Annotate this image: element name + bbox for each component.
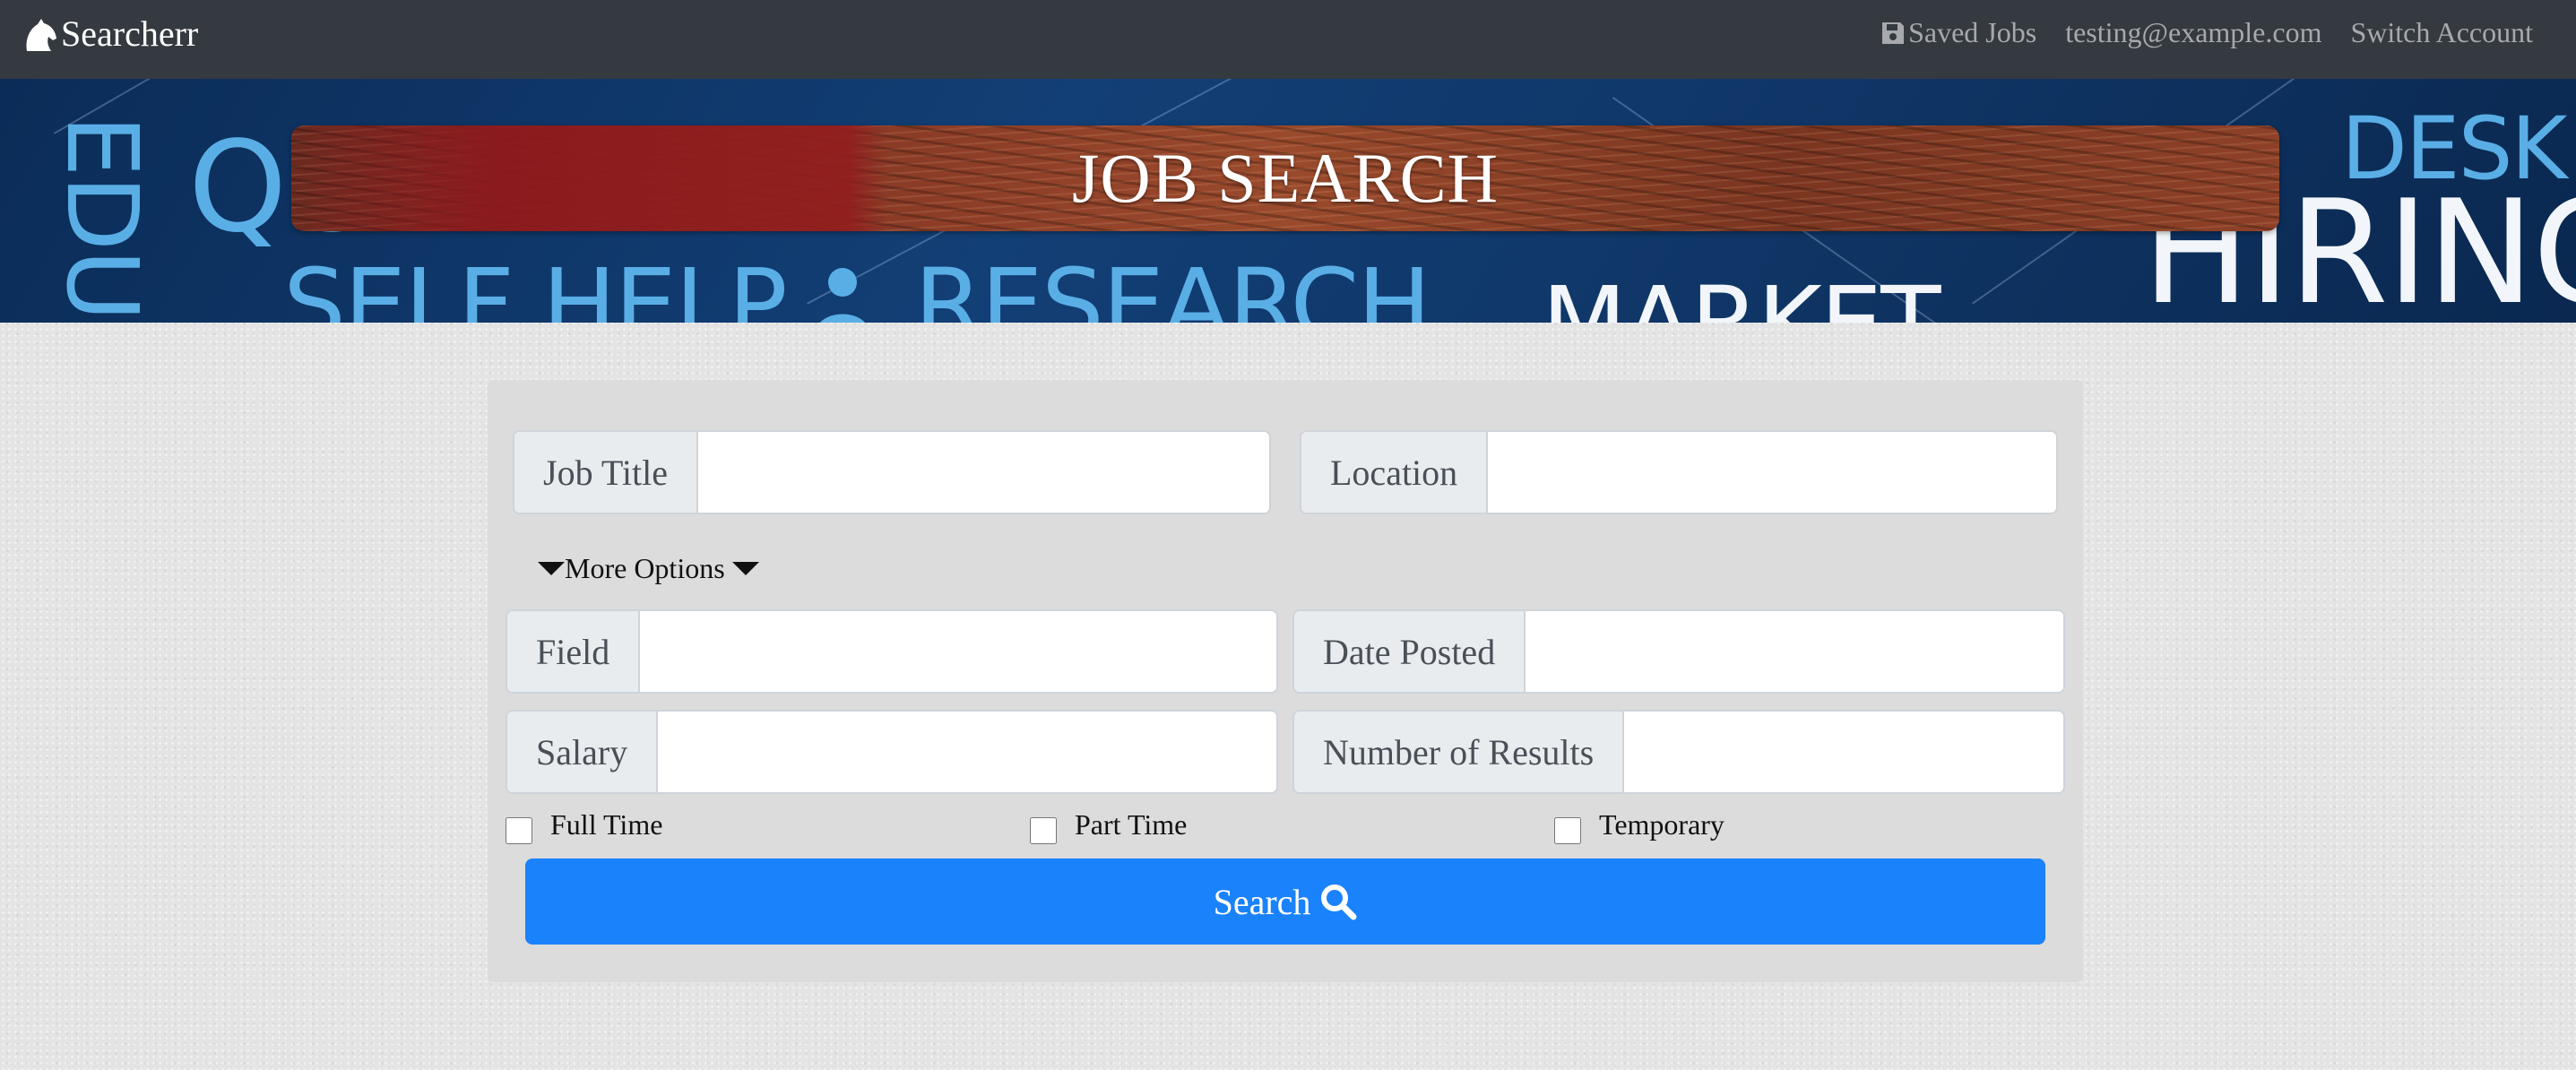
temporary-checkbox[interactable] — [1554, 816, 1581, 844]
search-button[interactable]: Search — [525, 859, 2045, 945]
num-results-label: Number of Results — [1294, 712, 1625, 792]
more-options-label: More Options — [565, 552, 725, 584]
brand-link[interactable]: Searcherr — [22, 13, 198, 55]
switch-account-link[interactable]: Switch Account — [2350, 16, 2533, 49]
field-group: Field — [506, 609, 1278, 694]
floppy-disk-icon — [1882, 22, 1905, 44]
field-label: Field — [507, 611, 641, 692]
full-time-option[interactable]: Full Time — [506, 808, 663, 844]
date-posted-input[interactable] — [1526, 611, 2063, 692]
more-options-toggle[interactable]: More Options — [538, 552, 759, 585]
location-group: Location — [1300, 430, 2058, 514]
caret-down-icon — [731, 562, 759, 575]
search-icon — [1321, 884, 1357, 920]
saved-jobs-link[interactable]: Saved Jobs — [1880, 16, 2036, 49]
person-icon — [819, 268, 866, 323]
title-plate: JOB SEARCH — [291, 125, 2279, 231]
banner-word-self-help: SELF HELP — [283, 247, 788, 323]
num-results-group: Number of Results — [1292, 710, 2065, 794]
location-label: Location — [1301, 432, 1489, 513]
saved-jobs-label: Saved Jobs — [1908, 16, 2037, 48]
salary-input[interactable] — [658, 712, 1276, 792]
temporary-option[interactable]: Temporary — [1554, 808, 1725, 844]
banner-word-edu: EDU — [45, 115, 160, 320]
salary-label: Salary — [507, 712, 659, 792]
page-title: JOB SEARCH — [1072, 139, 1499, 217]
date-posted-group: Date Posted — [1292, 609, 2065, 694]
nav-links: Saved Jobs testing@example.com Switch Ac… — [1851, 16, 2533, 49]
search-button-label: Search — [1213, 881, 1311, 922]
part-time-checkbox[interactable] — [1030, 816, 1057, 844]
banner-word-research: RESEARCH — [914, 247, 1431, 323]
hero-banner: EDU QU SELF HELP RESEARCH MARKET DESK HI… — [0, 79, 2576, 323]
date-posted-label: Date Posted — [1294, 611, 1526, 692]
job-title-group: Job Title — [513, 430, 1271, 514]
job-title-label: Job Title — [514, 432, 698, 513]
full-time-label: Full Time — [550, 808, 663, 841]
location-input[interactable] — [1488, 432, 2056, 513]
banner-word-market: MARKET — [1542, 265, 1941, 323]
horse-head-icon — [26, 18, 56, 51]
part-time-option[interactable]: Part Time — [1030, 808, 1188, 844]
field-input[interactable] — [640, 611, 1276, 692]
temporary-label: Temporary — [1599, 808, 1725, 841]
user-email-link[interactable]: testing@example.com — [2065, 16, 2321, 49]
num-results-input[interactable] — [1624, 712, 2063, 792]
salary-group: Salary — [506, 710, 1278, 794]
caret-down-icon — [538, 562, 565, 575]
job-title-input[interactable] — [697, 432, 1269, 513]
top-navbar: Searcherr Saved Jobs testing@example.com… — [0, 0, 2576, 79]
full-time-checkbox[interactable] — [506, 816, 532, 844]
part-time-label: Part Time — [1075, 808, 1188, 841]
brand-name: Searcherr — [61, 13, 199, 54]
